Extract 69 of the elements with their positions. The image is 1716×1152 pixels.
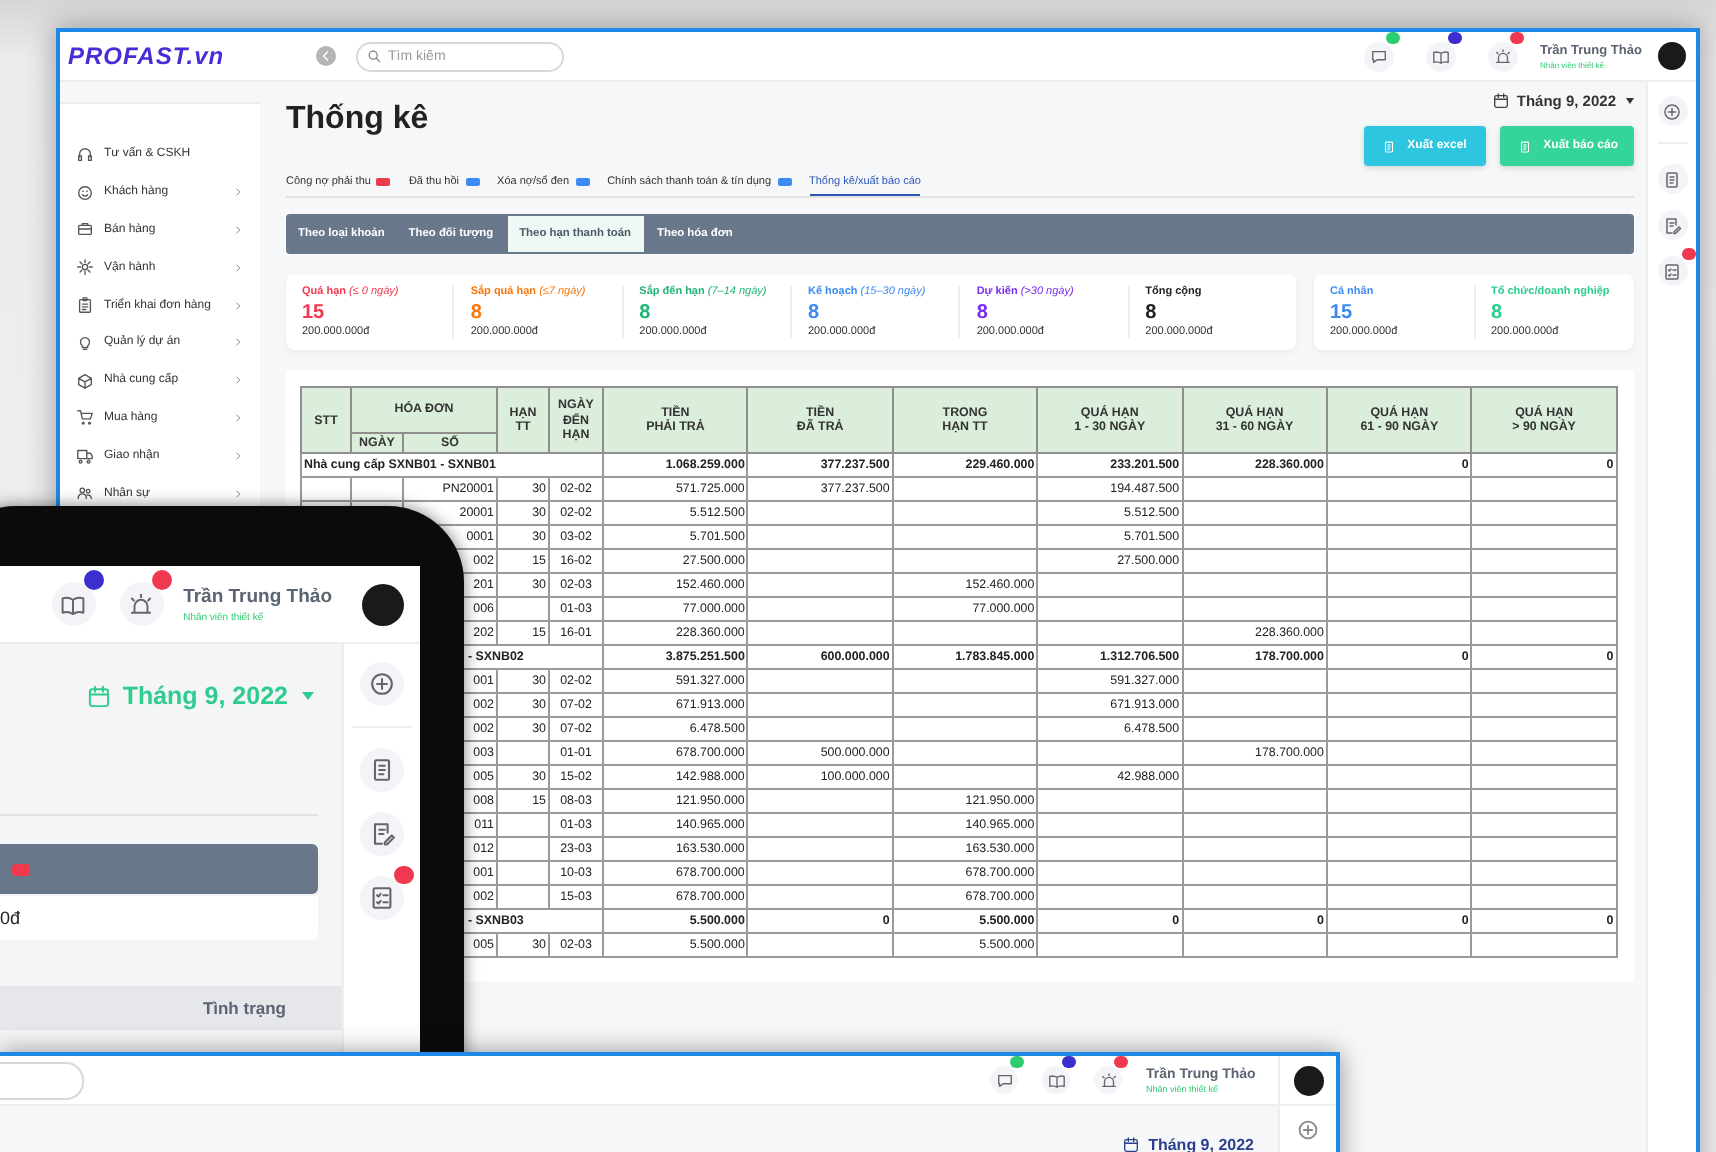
document-button[interactable]: [1657, 164, 1687, 194]
caret-icon: [1626, 98, 1634, 104]
siren-icon: [1494, 47, 1512, 65]
siren-icon: [128, 591, 155, 617]
stat-count: 15: [302, 302, 325, 324]
calendar-icon: [1492, 92, 1511, 110]
calendar-icon: [86, 683, 113, 709]
period-picker[interactable]: Tháng 9, 2022: [1148, 1135, 1254, 1152]
avatar[interactable]: [1293, 1065, 1323, 1095]
add-button[interactable]: [1657, 96, 1687, 126]
stat-count: 15: [1330, 302, 1353, 324]
user-name: Trần Trung Thảo: [183, 585, 332, 607]
checklist-button[interactable]: [1657, 256, 1687, 286]
chat-icon: [1370, 47, 1388, 65]
document-icon: [1662, 169, 1682, 189]
siren-button[interactable]: [1094, 1066, 1122, 1094]
stat-count: 8: [639, 302, 651, 324]
document-icon: [1517, 139, 1532, 153]
siren-button[interactable]: [119, 582, 164, 626]
search-icon: [366, 48, 382, 64]
document-button[interactable]: [360, 748, 404, 792]
briefcase-icon: [76, 220, 94, 239]
chat-button[interactable]: [990, 1066, 1018, 1094]
book-icon: [1047, 1071, 1065, 1089]
truck-icon: [76, 446, 94, 465]
book-icon: [60, 591, 87, 617]
stat-count: 8: [470, 302, 482, 324]
clipboard-icon: [76, 296, 94, 315]
column-header: Tình trạng: [202, 998, 286, 1018]
logo[interactable]: PROFAST.vn: [68, 42, 225, 70]
face-icon: [76, 183, 94, 202]
chat-button[interactable]: [1364, 41, 1394, 71]
checklist-button[interactable]: [360, 876, 404, 920]
checklist-icon: [368, 884, 396, 912]
add-icon[interactable]: [1296, 1118, 1320, 1142]
bulb-icon: [76, 333, 94, 352]
count-badge: [12, 863, 30, 875]
add-button[interactable]: [360, 662, 404, 706]
note-edit-icon: [368, 820, 396, 848]
calendar-icon: [1122, 1135, 1141, 1152]
chat-icon: [995, 1071, 1013, 1089]
stat-count: 8: [1491, 302, 1503, 324]
stat-count: 8: [976, 302, 988, 324]
note-edit-icon: [1662, 215, 1682, 235]
cart-icon: [76, 408, 94, 427]
siren-icon: [1099, 1071, 1117, 1089]
add-icon: [1662, 101, 1682, 121]
book-icon: [1432, 47, 1450, 65]
stat-amount: 0đ: [0, 908, 21, 928]
checklist-icon: [1662, 261, 1682, 281]
book-button[interactable]: [1426, 41, 1456, 71]
avatar[interactable]: [361, 583, 403, 625]
box-icon: [76, 371, 94, 390]
note-edit-button[interactable]: [360, 812, 404, 856]
page-title: Thống kê: [286, 102, 429, 140]
headset-icon: [76, 145, 94, 164]
document-icon: [368, 756, 396, 784]
siren-button[interactable]: [1488, 41, 1518, 71]
note-edit-button[interactable]: [1657, 210, 1687, 240]
stat-count: 8: [807, 302, 820, 324]
stat-count: 8: [1145, 302, 1157, 324]
document-icon: [1381, 139, 1396, 153]
caret-icon: [302, 692, 314, 700]
avatar[interactable]: [1658, 42, 1686, 70]
people-icon: [76, 484, 94, 503]
book-button[interactable]: [1042, 1066, 1070, 1094]
add-icon: [368, 670, 396, 698]
gear-icon: [76, 258, 94, 277]
book-button[interactable]: [51, 582, 96, 626]
